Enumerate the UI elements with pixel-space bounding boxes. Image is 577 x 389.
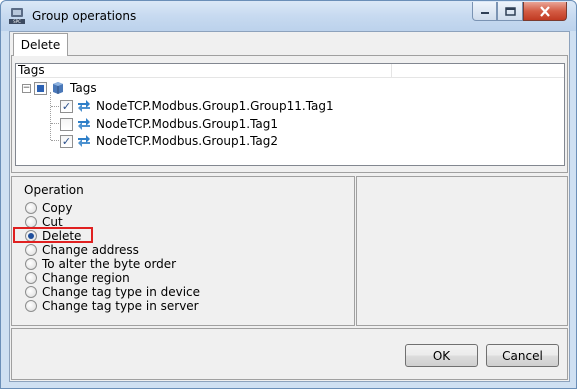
cancel-button[interactable]: Cancel <box>486 344 559 367</box>
svg-text:SPC: SPC <box>13 19 21 24</box>
tag-icon <box>78 100 90 112</box>
tree-item[interactable]: ✓ NodeTCP.Modbus.Group1.Tag2 <box>60 132 278 150</box>
radio-copy[interactable]: Copy <box>25 201 72 215</box>
tag-icon <box>78 135 90 147</box>
tree-column-header[interactable]: Tags <box>16 64 564 78</box>
column-separator <box>391 64 392 78</box>
operation-group-label: Operation <box>24 183 84 197</box>
radio-label: Copy <box>42 201 73 215</box>
tree-root-checkbox[interactable] <box>34 81 47 95</box>
radio-label: To alter the byte order <box>42 257 177 271</box>
dialog-client-area: Tags − Tags ✓ NodeTCP.Modbus.Group1.Grou… <box>9 31 570 382</box>
radio-byte-order[interactable]: To alter the byte order <box>25 257 176 271</box>
radio-button[interactable] <box>25 300 37 312</box>
tree-item[interactable]: NodeTCP.Modbus.Group1.Tag1 <box>60 115 278 133</box>
tag-label: NodeTCP.Modbus.Group1.Tag2 <box>96 134 279 148</box>
radio-button[interactable] <box>25 258 37 270</box>
radio-label: Change region <box>42 271 130 285</box>
tag-label: NodeTCP.Modbus.Group1.Tag1 <box>96 117 279 131</box>
ok-button[interactable]: OK <box>405 344 478 367</box>
close-icon <box>540 5 550 17</box>
tab-delete[interactable]: Delete <box>13 33 68 56</box>
collapse-expander[interactable]: − <box>22 83 31 93</box>
maximize-icon <box>504 6 516 16</box>
radio-change-address[interactable]: Change address <box>25 243 139 257</box>
radio-button[interactable] <box>25 286 37 298</box>
minimize-button[interactable] <box>472 2 497 21</box>
tree-connector <box>51 123 59 124</box>
app-icon: SPC <box>9 8 25 24</box>
tag-checkbox[interactable] <box>60 117 73 131</box>
maximize-button[interactable] <box>497 2 523 21</box>
tree-connector <box>51 106 59 107</box>
tags-tree[interactable]: Tags − Tags ✓ NodeTCP.Modbus.Group1.Grou… <box>15 63 565 166</box>
tag-label: NodeTCP.Modbus.Group1.Group11.Tag1 <box>96 99 334 113</box>
tree-connector <box>51 140 59 141</box>
delete-highlight-box <box>13 227 93 243</box>
tag-checkbox[interactable]: ✓ <box>60 134 73 148</box>
minimize-icon <box>480 12 489 14</box>
title-bar[interactable]: SPC Group operations <box>1 1 576 31</box>
operation-side-panel <box>356 176 568 326</box>
radio-tag-type-server[interactable]: Change tag type in server <box>25 299 199 313</box>
tree-item[interactable]: ✓ NodeTCP.Modbus.Group1.Group11.Tag1 <box>60 97 334 115</box>
tags-folder-icon <box>53 82 63 94</box>
close-button[interactable] <box>523 2 567 21</box>
tab-panel-delete: Tags − Tags ✓ NodeTCP.Modbus.Group1.Grou… <box>11 55 568 173</box>
radio-label: Change tag type in device <box>42 285 201 299</box>
button-bar <box>11 328 568 380</box>
window-title: Group operations <box>32 9 137 23</box>
radio-button[interactable] <box>25 244 37 256</box>
dialog-window: SPC Group operations Tags − Tags ✓ NodeT… <box>0 0 577 389</box>
tag-icon <box>78 118 90 130</box>
radio-button[interactable] <box>25 272 37 284</box>
tree-connector <box>50 92 51 140</box>
tag-checkbox[interactable]: ✓ <box>60 99 73 113</box>
radio-label: Change tag type in server <box>42 299 199 313</box>
radio-label: Change address <box>42 243 139 257</box>
tree-column-header-label: Tags <box>18 63 45 77</box>
radio-change-region[interactable]: Change region <box>25 271 130 285</box>
tree-root-row[interactable]: − Tags <box>22 79 97 97</box>
tree-root-label: Tags <box>70 81 97 95</box>
radio-button[interactable] <box>25 202 37 214</box>
radio-tag-type-device[interactable]: Change tag type in device <box>25 285 200 299</box>
